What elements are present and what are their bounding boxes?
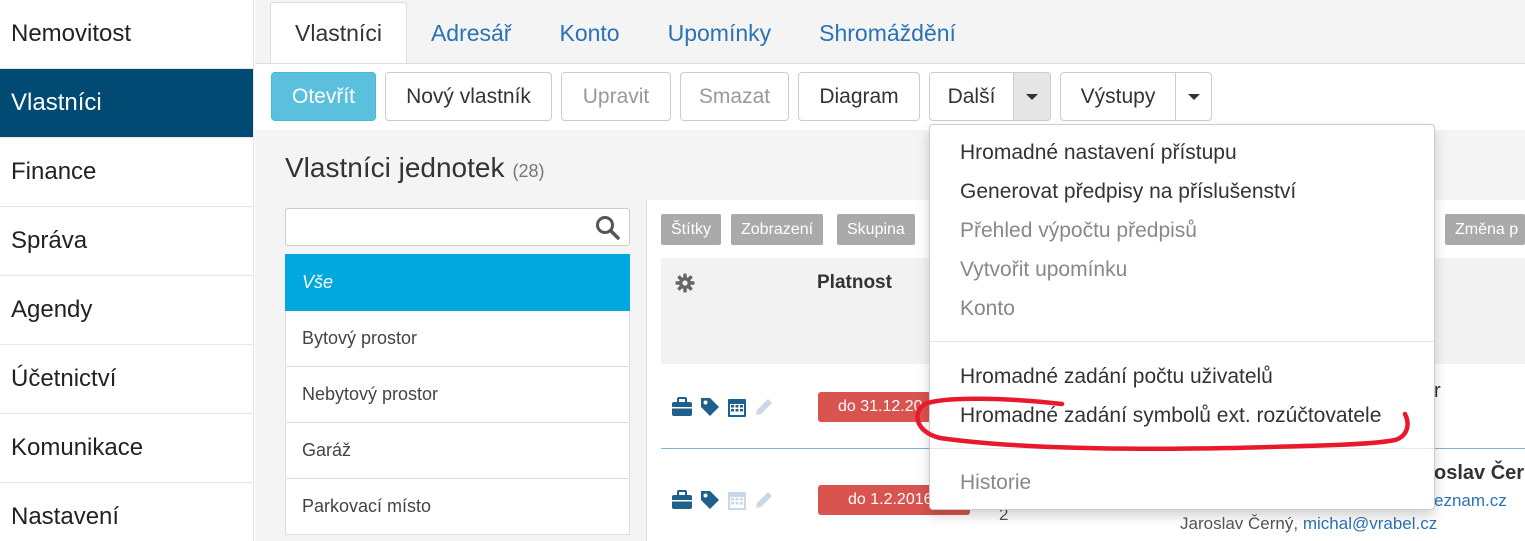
group-button[interactable]: Skupina xyxy=(837,214,915,245)
view-button[interactable]: Zobrazení xyxy=(731,214,824,245)
menu-item-generate-prescriptions[interactable]: Generovat předpisy na příslušenství xyxy=(960,180,1296,204)
new-owner-button[interactable]: Nový vlastník xyxy=(385,72,552,121)
outputs-button[interactable]: Výstupy xyxy=(1060,72,1176,121)
pencil-icon[interactable] xyxy=(753,396,775,418)
sidebar-item-ucetnictvi[interactable]: Účetnictví xyxy=(0,345,253,414)
row-actions xyxy=(671,396,775,418)
tab-vlastnici[interactable]: Vlastníci xyxy=(270,2,407,64)
calendar-icon[interactable] xyxy=(727,489,747,511)
open-button[interactable]: Otevřít xyxy=(271,72,376,121)
sidebar-item-komunikace[interactable]: Komunikace xyxy=(0,414,253,483)
tab-bar: Vlastníci Adresář Konto Upomínky Shromáž… xyxy=(270,2,980,64)
search-icon[interactable] xyxy=(595,215,621,241)
menu-item-create-reminder[interactable]: Vytvořit upomínku xyxy=(960,258,1127,282)
menu-divider xyxy=(930,341,1434,342)
contact-email-link[interactable]: michal@vrabel.cz xyxy=(1303,514,1437,533)
sidebar-item-nastaveni[interactable]: Nastavení xyxy=(0,483,253,541)
tag-icon[interactable] xyxy=(699,396,721,418)
diagram-button[interactable]: Diagram xyxy=(798,72,920,121)
menu-item-bulk-ext-symbols[interactable]: Hromadné zadání symbolů ext. rozúčtovate… xyxy=(960,404,1381,428)
caret-down-icon xyxy=(1187,93,1200,100)
tab-shromazdeni[interactable]: Shromáždění xyxy=(795,2,980,64)
menu-item-account[interactable]: Konto xyxy=(960,297,1015,321)
column-header-platnost[interactable]: Platnost xyxy=(817,272,892,294)
edit-button[interactable]: Upravit xyxy=(561,72,671,121)
calendar-icon[interactable] xyxy=(727,396,747,418)
caret-down-icon xyxy=(1026,93,1038,100)
tags-button[interactable]: Štítky xyxy=(661,214,722,245)
sidebar-item-vlastnici[interactable]: Vlastníci xyxy=(0,69,253,138)
contact-name: Jaroslav Černý, xyxy=(1180,514,1299,533)
menu-item-bulk-access[interactable]: Hromadné nastavení přístupu xyxy=(960,141,1237,165)
page-title: Vlastníci jednotek (28) xyxy=(285,152,544,184)
tab-konto[interactable]: Konto xyxy=(535,2,643,64)
owner-name-partial: oslav Čern xyxy=(1434,462,1525,484)
tag-icon[interactable] xyxy=(699,489,721,511)
briefcase-icon[interactable] xyxy=(671,397,693,417)
filter-item-nebytovy[interactable]: Nebytový prostor xyxy=(285,367,630,423)
outputs-caret-button[interactable] xyxy=(1175,72,1212,121)
row-actions xyxy=(671,489,775,511)
filter-item-garaz[interactable]: Garáž xyxy=(285,423,630,479)
pencil-icon[interactable] xyxy=(753,489,775,511)
menu-item-bulk-users[interactable]: Hromadné zadání počtu uživatelů xyxy=(960,365,1273,389)
contact-line: Jaroslav Černý, michal@vrabel.cz xyxy=(1180,514,1437,534)
menu-divider xyxy=(930,448,1434,449)
briefcase-icon[interactable] xyxy=(671,490,693,510)
owner-name-partial: r xyxy=(1434,380,1441,402)
sidebar-item-nemovitost[interactable]: Nemovitost xyxy=(0,0,253,69)
owner-email-partial[interactable]: eznam.cz xyxy=(1434,491,1507,511)
filter-item-bytovy[interactable]: Bytový prostor xyxy=(285,311,630,367)
tab-adresar[interactable]: Adresář xyxy=(407,2,536,64)
owner-count: (28) xyxy=(512,161,545,181)
filter-item-parkovaci[interactable]: Parkovací místo xyxy=(285,479,630,535)
menu-item-history[interactable]: Historie xyxy=(960,471,1031,495)
delete-button[interactable]: Smazat xyxy=(680,72,789,121)
more-button[interactable]: Další xyxy=(929,72,1014,121)
change-button[interactable]: Změna p xyxy=(1445,214,1525,245)
validity-badge: do 31.12.20 xyxy=(818,392,931,422)
sidebar-item-finance[interactable]: Finance xyxy=(0,138,253,207)
tab-upominky[interactable]: Upomínky xyxy=(644,2,796,64)
more-dropdown-menu: Hromadné nastavení přístupu Generovat př… xyxy=(929,124,1435,510)
search-input[interactable] xyxy=(285,208,630,246)
sidebar-item-sprava[interactable]: Správa xyxy=(0,207,253,276)
more-caret-button[interactable] xyxy=(1013,72,1051,121)
sidebar: Nemovitost Vlastníci Finance Správa Agen… xyxy=(0,0,254,541)
filter-item-all[interactable]: Vše xyxy=(285,254,630,311)
page-title-text: Vlastníci jednotek xyxy=(285,152,505,183)
menu-item-prescription-overview[interactable]: Přehled výpočtu předpisů xyxy=(960,219,1197,243)
sidebar-item-agendy[interactable]: Agendy xyxy=(0,276,253,345)
filter-list: Vše Bytový prostor Nebytový prostor Gará… xyxy=(285,254,630,535)
gear-icon[interactable] xyxy=(675,273,695,293)
